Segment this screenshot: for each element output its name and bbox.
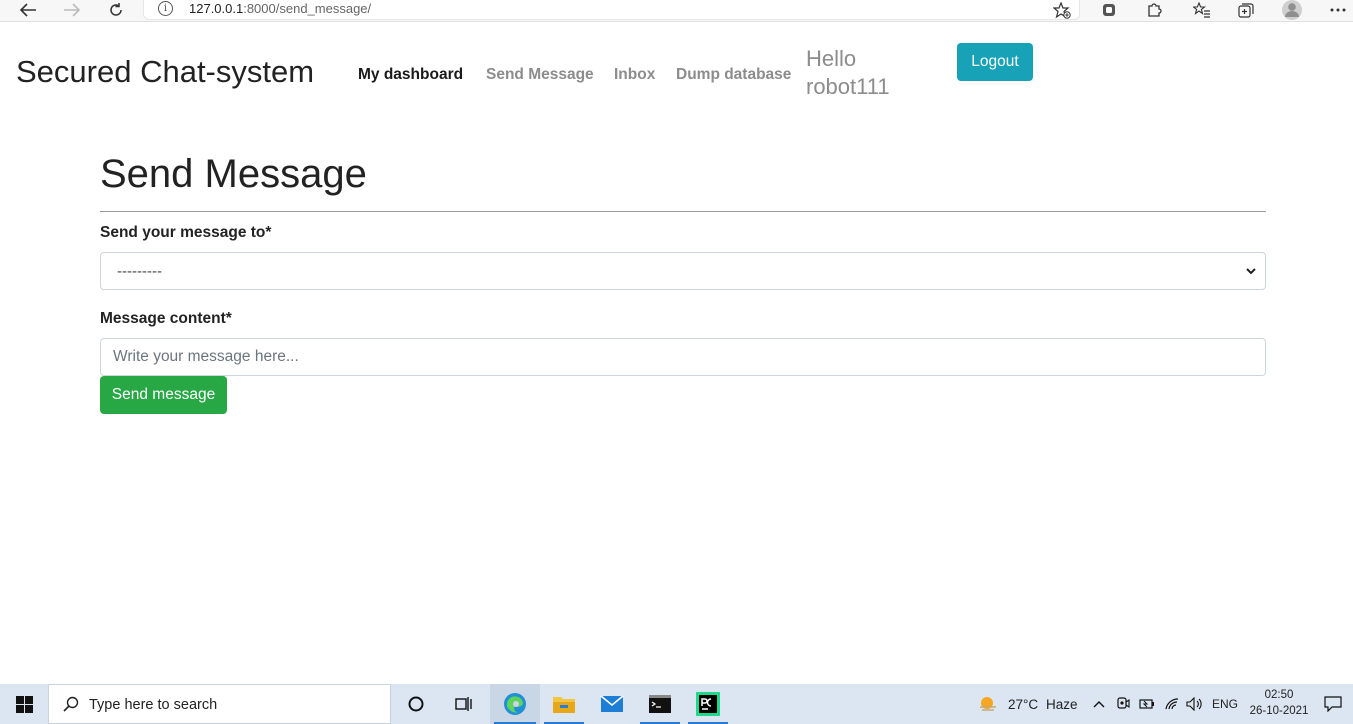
taskbar-search[interactable]: Type here to search	[48, 684, 391, 724]
greeting-username: robot111	[806, 74, 890, 99]
weather-temp[interactable]: 27°C	[1008, 684, 1038, 724]
profile-icon[interactable]	[1280, 0, 1304, 20]
windows-start-icon[interactable]	[0, 684, 48, 724]
search-placeholder: Type here to search	[89, 697, 218, 713]
chevron-down-icon	[1245, 264, 1257, 283]
pycharm-icon[interactable]	[684, 684, 732, 724]
language-indicator[interactable]: ENG	[1212, 684, 1238, 724]
extensions-icon[interactable]	[1144, 0, 1164, 20]
recipient-selected-value: ---------	[117, 263, 162, 280]
send-message-button[interactable]: Send message	[100, 376, 227, 414]
browser-toolbar: i 127.0.0.1:8000/send_message/	[0, 0, 1353, 22]
clock-date: 26-10-2021	[1249, 705, 1309, 717]
forward-arrow-icon[interactable]	[62, 0, 82, 20]
cortana-icon[interactable]	[400, 684, 432, 724]
clock-time: 02:50	[1264, 689, 1294, 701]
clock[interactable]: 02:50 26-10-2021	[1244, 687, 1314, 719]
nav-my-dashboard[interactable]: My dashboard	[358, 66, 463, 84]
meet-icon[interactable]	[1114, 684, 1132, 724]
taskbar: Type here to search 27°C Haze ENG 02:50 …	[0, 684, 1353, 724]
favorite-add-icon[interactable]	[1051, 0, 1073, 20]
edge-icon[interactable]	[490, 684, 540, 724]
wifi-icon[interactable]	[1162, 684, 1182, 724]
url-text: 127.0.0.1:8000/send_message/	[189, 1, 371, 16]
recipient-select[interactable]: ---------	[100, 252, 1266, 290]
address-bar[interactable]: i 127.0.0.1:8000/send_message/	[143, 0, 1080, 20]
file-explorer-icon[interactable]	[540, 684, 588, 724]
terminal-icon[interactable]	[636, 684, 684, 724]
content-label: Message content*	[100, 310, 232, 327]
refresh-icon[interactable]	[106, 0, 126, 20]
task-view-icon[interactable]	[448, 684, 480, 724]
info-icon[interactable]: i	[158, 1, 173, 16]
page-title: Send Message	[100, 152, 367, 196]
battery-icon[interactable]	[1137, 684, 1157, 724]
tab-actions-icon[interactable]	[1236, 0, 1256, 20]
weather-desc[interactable]: Haze	[1046, 684, 1078, 724]
back-arrow-icon[interactable]	[18, 0, 38, 20]
brand-title[interactable]: Secured Chat-system	[16, 54, 314, 90]
volume-icon[interactable]	[1184, 684, 1206, 724]
nav-send-message[interactable]: Send Message	[486, 66, 594, 84]
mail-icon[interactable]	[588, 684, 636, 724]
collections-icon[interactable]	[1099, 0, 1119, 20]
notification-icon[interactable]	[1320, 684, 1346, 724]
url-host: 127.0.0.1	[189, 1, 244, 16]
recipient-label: Send your message to*	[100, 224, 272, 241]
nav-dump-database[interactable]: Dump database	[676, 66, 791, 84]
message-content-input[interactable]	[100, 338, 1266, 376]
user-greeting: Hello robot111	[806, 45, 946, 101]
url-path: :8000/send_message/	[243, 1, 372, 16]
search-icon	[63, 696, 79, 717]
logout-button[interactable]: Logout	[957, 43, 1033, 81]
title-divider	[100, 211, 1266, 212]
nav-inbox[interactable]: Inbox	[614, 66, 655, 84]
favorites-icon[interactable]	[1191, 0, 1213, 20]
chevron-up-icon[interactable]	[1090, 684, 1108, 724]
greeting-hello: Hello	[806, 46, 857, 71]
weather-icon[interactable]	[975, 684, 1001, 724]
more-icon[interactable]	[1328, 0, 1348, 20]
